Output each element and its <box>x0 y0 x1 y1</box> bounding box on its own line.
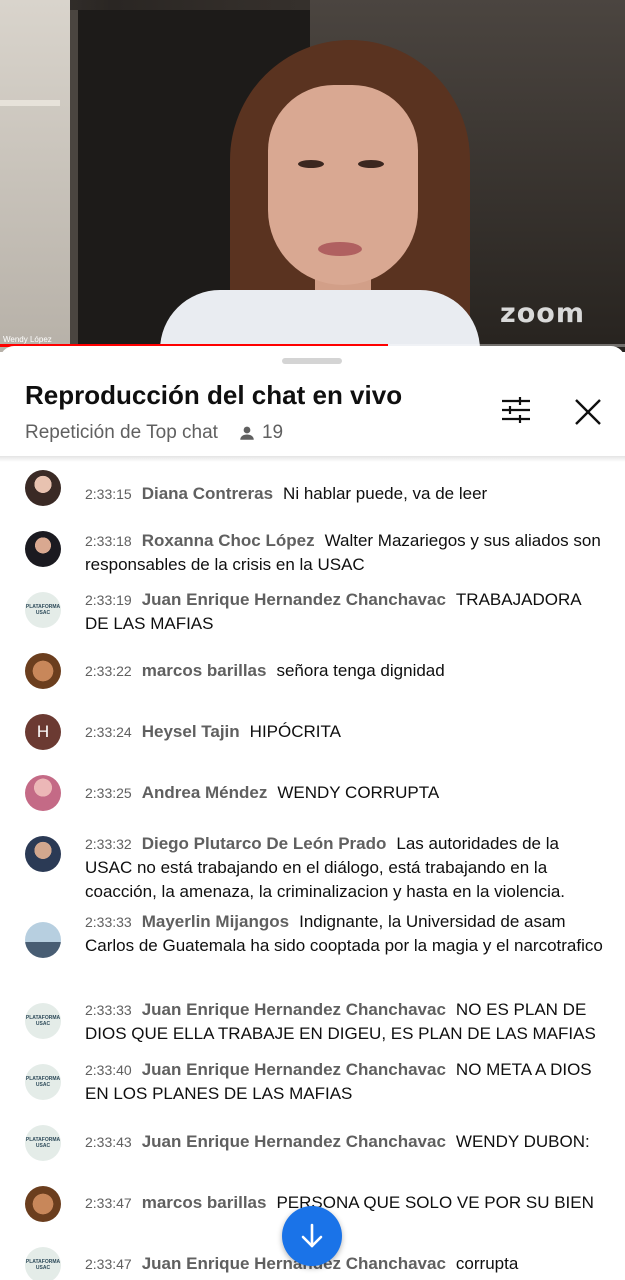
message-text: Ni hablar puede, va de leer <box>283 484 488 503</box>
message-time: 2:33:24 <box>85 724 132 740</box>
panel-title: Reproducción del chat en vivo <box>25 380 403 410</box>
chat-message-body: 2:33:15 Diana Contreras Ni hablar puede, v… <box>85 482 605 506</box>
chat-message-body: 2:33:32 Diego Plutarco De León Prado Las a… <box>85 832 605 904</box>
speaker-shoulders <box>160 290 480 352</box>
avatar[interactable]: PLATAFORMA USAC <box>25 1003 61 1039</box>
chat-message-body: 2:33:24 Heysel Tajin HIPÓCRITA <box>85 720 605 744</box>
video-background-wall <box>0 0 70 352</box>
message-text: HIPÓCRITA <box>249 722 341 741</box>
chat-message-body: 2:33:47 marcos barillas PERSONA QUE SOLO V… <box>85 1191 605 1215</box>
message-author[interactable]: Juan Enrique Hernandez Chanchavac <box>142 590 446 609</box>
message-author[interactable]: marcos barillas <box>142 661 267 680</box>
message-author[interactable]: Roxanna Choc López <box>142 531 315 550</box>
chat-message-body: 2:33:40 Juan Enrique Hernandez Chanchavac… <box>85 1058 605 1106</box>
tune-icon <box>502 397 530 423</box>
chat-message-body: 2:33:25 Andrea Méndez WENDY CORRUPTA <box>85 781 605 805</box>
live-chat-replay-panel: Reproducción del chat en vivo Repetición… <box>0 346 625 1280</box>
avatar[interactable] <box>25 836 61 872</box>
message-time: 2:33:15 <box>85 486 132 502</box>
video-background-shelf <box>0 100 60 106</box>
message-author[interactable]: Andrea Méndez <box>142 783 268 802</box>
speaker-eye-left <box>298 160 324 168</box>
avatar[interactable] <box>25 531 61 567</box>
message-time: 2:33:40 <box>85 1062 132 1078</box>
filter-button[interactable] <box>494 390 538 430</box>
message-time: 2:33:47 <box>85 1195 132 1211</box>
avatar[interactable]: PLATAFORMA USAC <box>25 1125 61 1161</box>
message-author[interactable]: Juan Enrique Hernandez Chanchavac <box>142 1132 446 1151</box>
message-text: WENDY CORRUPTA <box>277 783 440 802</box>
header-divider <box>0 456 625 462</box>
video-player[interactable]: zoom Wendy López <box>0 0 625 352</box>
chat-message-body: 2:33:18 Roxanna Choc López Walter Mazarieg… <box>85 529 605 577</box>
message-time: 2:33:33 <box>85 914 132 930</box>
chat-message-list[interactable]: 2:33:15 Diana Contreras Ni hablar puede, v… <box>0 464 625 1280</box>
message-time: 2:33:19 <box>85 592 132 608</box>
message-text: WENDY DUBON: <box>455 1132 590 1151</box>
zoom-watermark: zoom <box>500 298 585 329</box>
message-time: 2:33:43 <box>85 1134 132 1150</box>
chat-message-body: 2:33:43 Juan Enrique Hernandez Chanchavac… <box>85 1130 605 1154</box>
close-button[interactable] <box>566 390 610 434</box>
avatar[interactable] <box>25 653 61 689</box>
message-text: corrupta <box>455 1254 519 1273</box>
arrow-down-icon <box>301 1223 323 1248</box>
message-time: 2:33:18 <box>85 533 132 549</box>
message-author[interactable]: marcos barillas <box>142 1193 267 1212</box>
avatar[interactable]: PLATAFORMA USAC <box>25 1247 61 1280</box>
message-time: 2:33:33 <box>85 1002 132 1018</box>
drag-handle[interactable] <box>282 358 342 364</box>
avatar[interactable]: PLATAFORMA USAC <box>25 1064 61 1100</box>
avatar[interactable]: PLATAFORMA USAC <box>25 592 61 628</box>
avatar[interactable] <box>25 1186 61 1222</box>
message-time: 2:33:47 <box>85 1256 132 1272</box>
message-time: 2:33:22 <box>85 663 132 679</box>
chat-mode-label: Repetición de Top chat <box>25 422 218 443</box>
message-author[interactable]: Mayerlin Mijangos <box>142 912 289 931</box>
viewer-count-value: 19 <box>261 422 284 443</box>
avatar[interactable] <box>25 775 61 811</box>
chat-mode-selector[interactable]: Repetición de Top chat 19 <box>25 422 283 444</box>
viewer-count: 19 <box>238 422 283 444</box>
speaker-eye-right <box>358 160 384 168</box>
message-author[interactable]: Diego Plutarco De León Prado <box>142 834 387 853</box>
chat-message-body: 2:33:47 Juan Enrique Hernandez Chanchavac… <box>85 1252 605 1276</box>
message-author[interactable]: Juan Enrique Hernandez Chanchavac <box>142 1060 446 1079</box>
message-author[interactable]: Juan Enrique Hernandez Chanchavac <box>142 1000 446 1019</box>
speaker-mouth <box>318 242 362 256</box>
avatar[interactable] <box>25 470 61 506</box>
chat-message-body: 2:33:19 Juan Enrique Hernandez Chanchavac… <box>85 588 605 636</box>
chat-message-body: 2:33:33 Mayerlin Mijangos Indignante, la U… <box>85 910 605 958</box>
avatar[interactable] <box>25 922 61 958</box>
message-time: 2:33:32 <box>85 836 132 852</box>
message-author[interactable]: Diana Contreras <box>142 484 273 503</box>
message-text: señora tenga dignidad <box>276 661 445 680</box>
close-icon <box>575 399 601 425</box>
scroll-to-bottom-button[interactable] <box>282 1206 342 1266</box>
speaker-name-label: Wendy López <box>3 335 52 344</box>
message-time: 2:33:25 <box>85 785 132 801</box>
avatar[interactable]: H <box>25 714 61 750</box>
message-author[interactable]: Heysel Tajin <box>142 722 240 741</box>
chat-message-body: 2:33:22 marcos barillas señora tenga digni… <box>85 659 605 683</box>
chat-message-body: 2:33:33 Juan Enrique Hernandez Chanchavac… <box>85 998 605 1046</box>
person-icon <box>240 426 254 440</box>
